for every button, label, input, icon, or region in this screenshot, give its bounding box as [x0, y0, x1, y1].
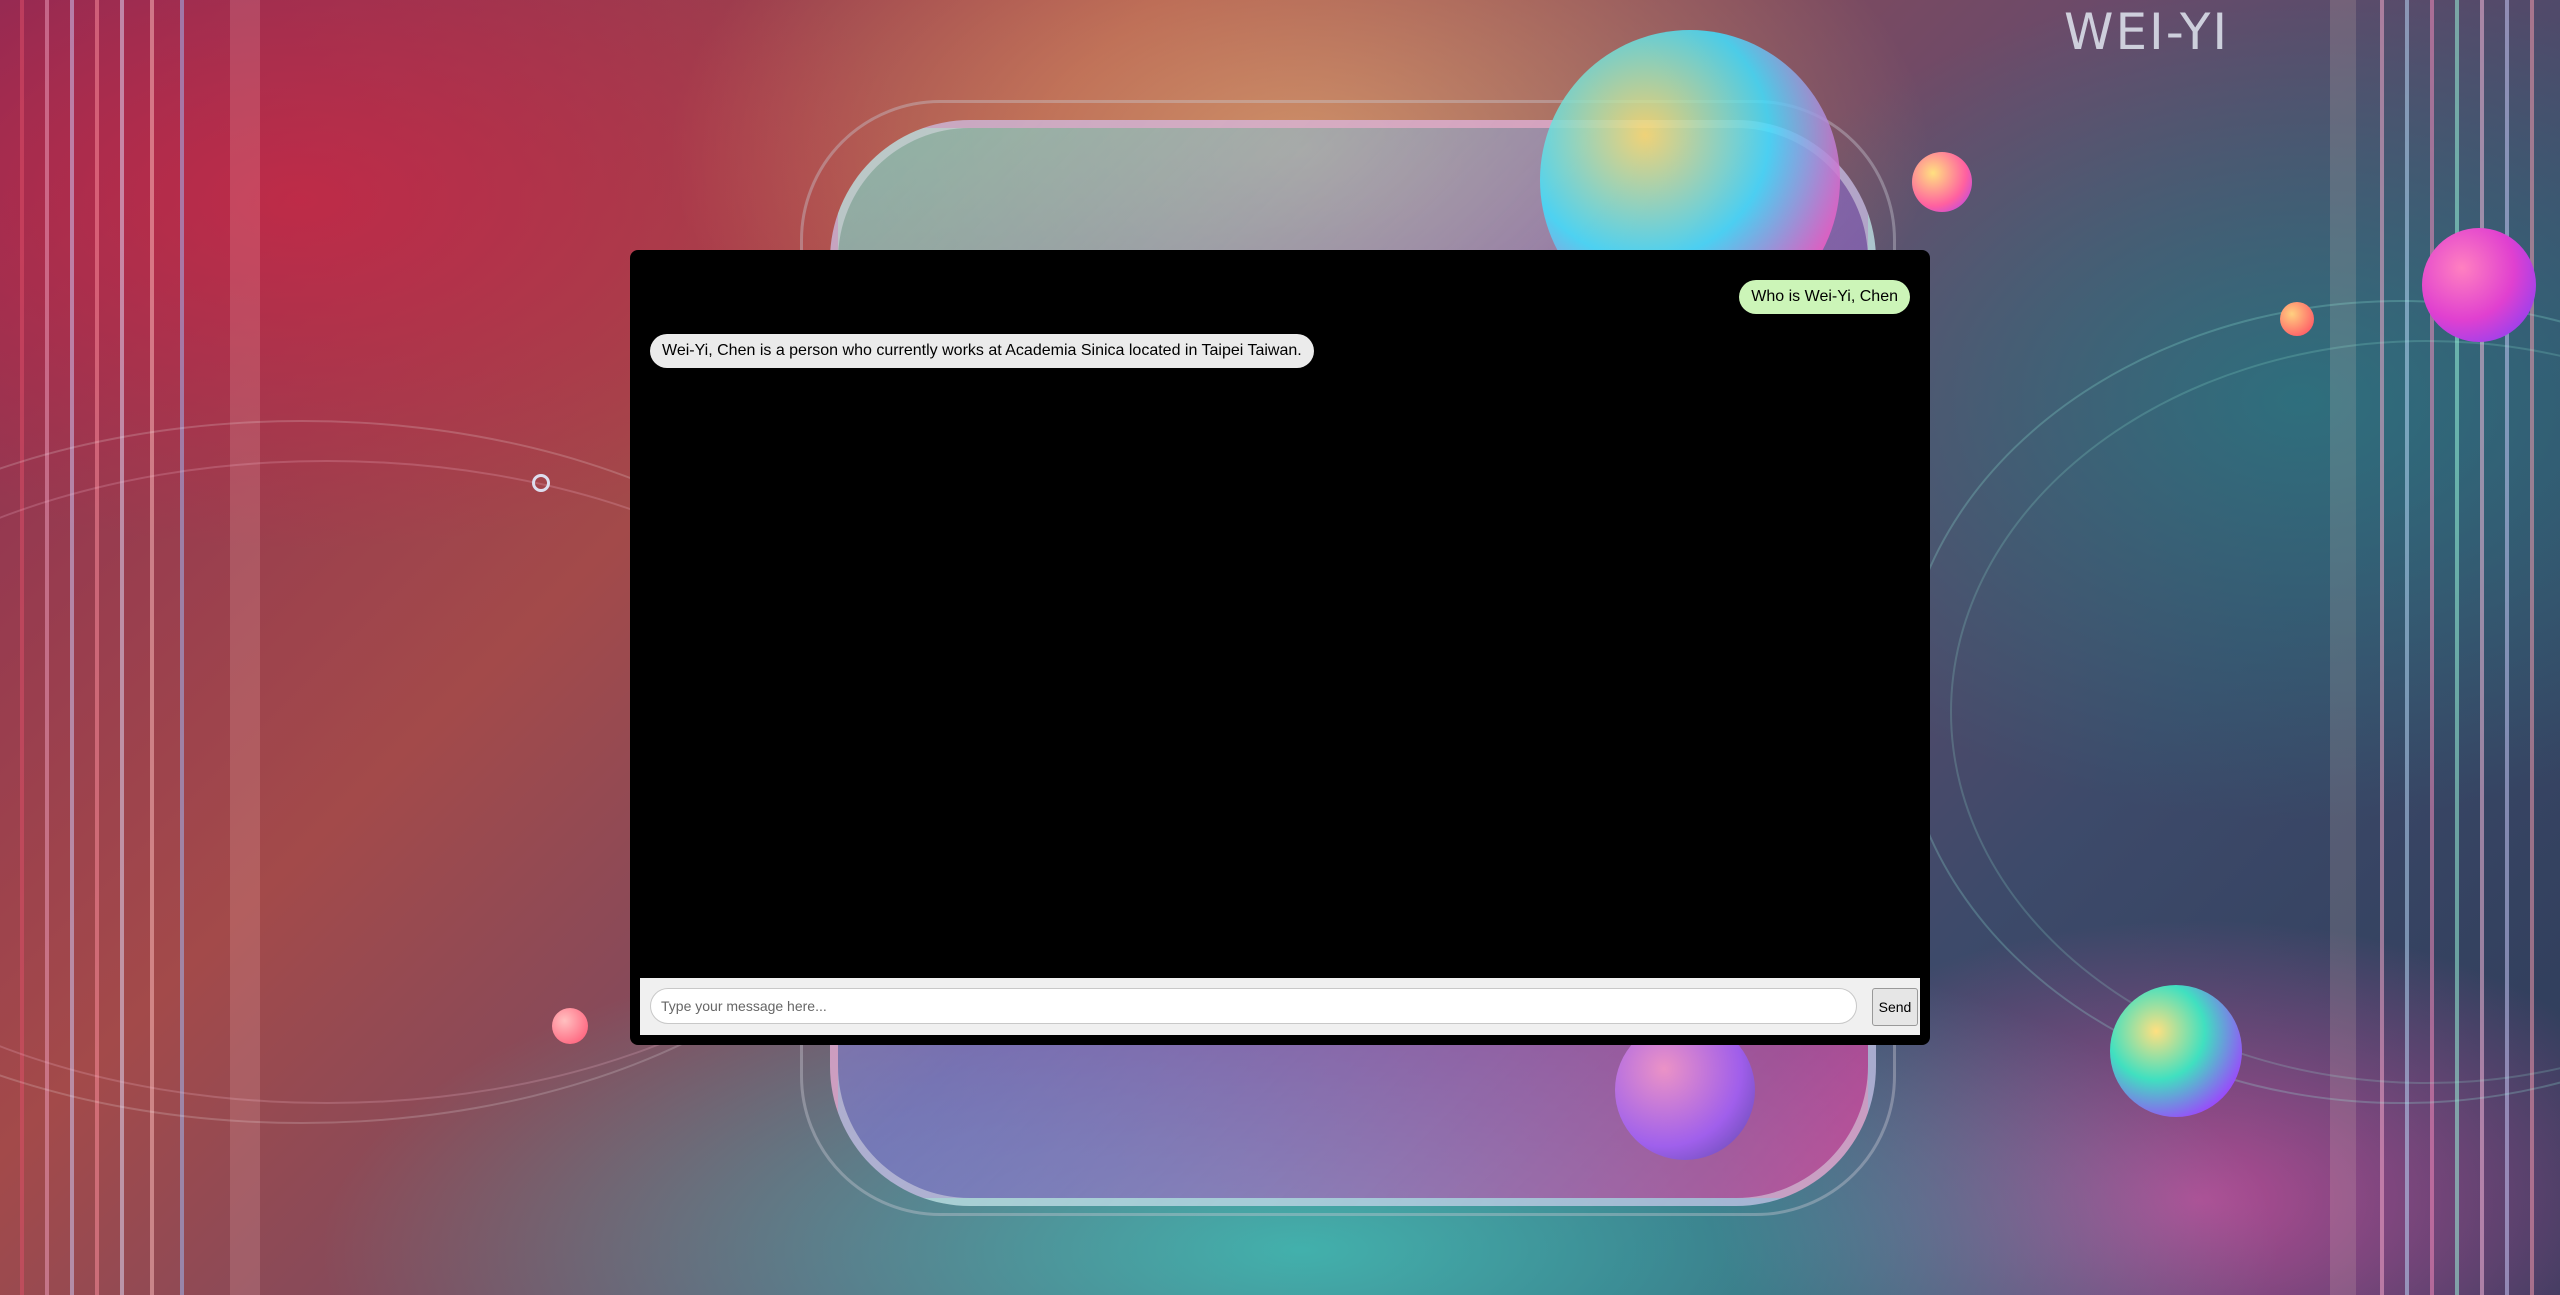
decorative-orb: [2110, 985, 2242, 1117]
decorative-orb: [1912, 152, 1972, 212]
composer-bar: Send: [640, 978, 1920, 1035]
bot-message: Wei-Yi, Chen is a person who currently w…: [650, 334, 1314, 368]
brand-title: WEI-YI: [2064, 3, 2230, 61]
chat-window: Who is Wei-Yi, Chen Wei-Yi, Chen is a pe…: [630, 250, 1930, 1045]
decorative-orb: [2280, 302, 2314, 336]
decorative-orb: [532, 474, 550, 492]
decorative-orb: [552, 1008, 588, 1044]
message-list: Who is Wei-Yi, Chen Wei-Yi, Chen is a pe…: [630, 250, 1930, 978]
send-button[interactable]: Send: [1872, 988, 1918, 1026]
user-message: Who is Wei-Yi, Chen: [1739, 280, 1910, 314]
message-input[interactable]: [650, 988, 1857, 1024]
decorative-orb: [2422, 228, 2536, 342]
